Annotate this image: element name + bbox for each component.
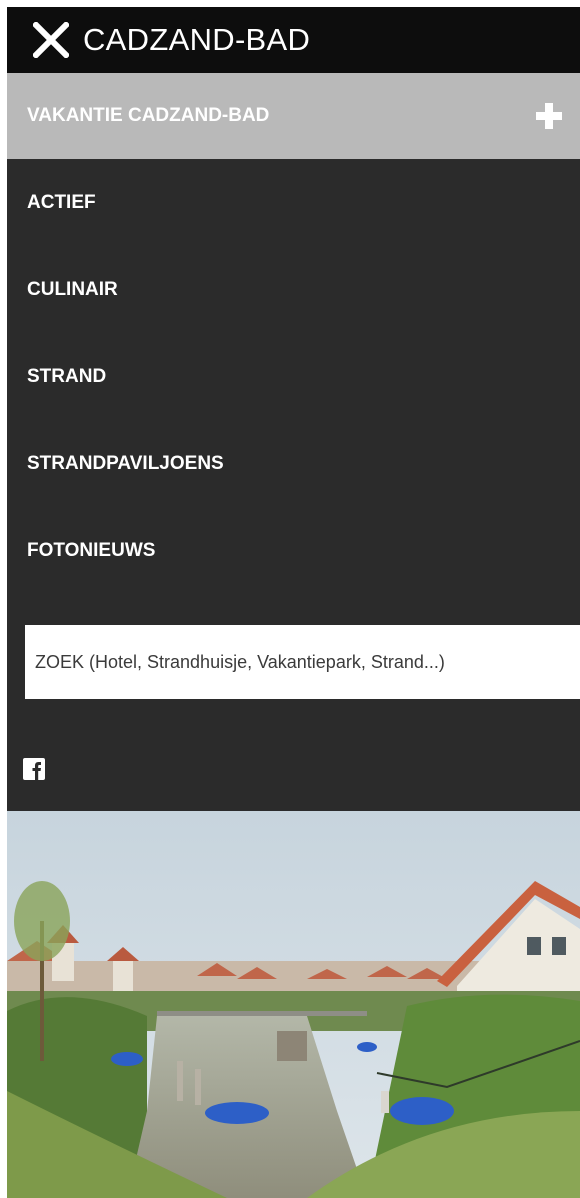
close-menu-button[interactable] (29, 18, 73, 62)
section-label: VAKANTIE CADZAND-BAD (27, 105, 270, 126)
plus-icon (536, 103, 562, 129)
cadzand-bad-photo (7, 811, 580, 1198)
mobile-menu-panel: CADZAND-BAD VAKANTIE CADZAND-BAD ACTIEF … (7, 7, 580, 1198)
menu-item-culinair[interactable]: CULINAIR (7, 246, 580, 333)
menu-item-actief[interactable]: ACTIEF (7, 159, 580, 246)
menu-item-fotonieuws[interactable]: FOTONIEUWS (7, 507, 580, 594)
close-icon (33, 22, 69, 58)
facebook-link[interactable] (23, 758, 45, 780)
menu-item-strand[interactable]: STRAND (7, 333, 580, 420)
site-title: CADZAND-BAD (83, 22, 311, 57)
menu-item-strandpaviljoens[interactable]: STRANDPAVILJOENS (7, 420, 580, 507)
main-menu: ACTIEF CULINAIR STRAND STRANDPAVILJOENS … (7, 159, 580, 594)
search-input[interactable] (25, 625, 580, 699)
section-toggle-vakantie[interactable]: VAKANTIE CADZAND-BAD (7, 73, 580, 159)
expand-button[interactable] (532, 99, 566, 133)
menu-header: CADZAND-BAD (7, 7, 580, 73)
facebook-icon (23, 758, 45, 780)
